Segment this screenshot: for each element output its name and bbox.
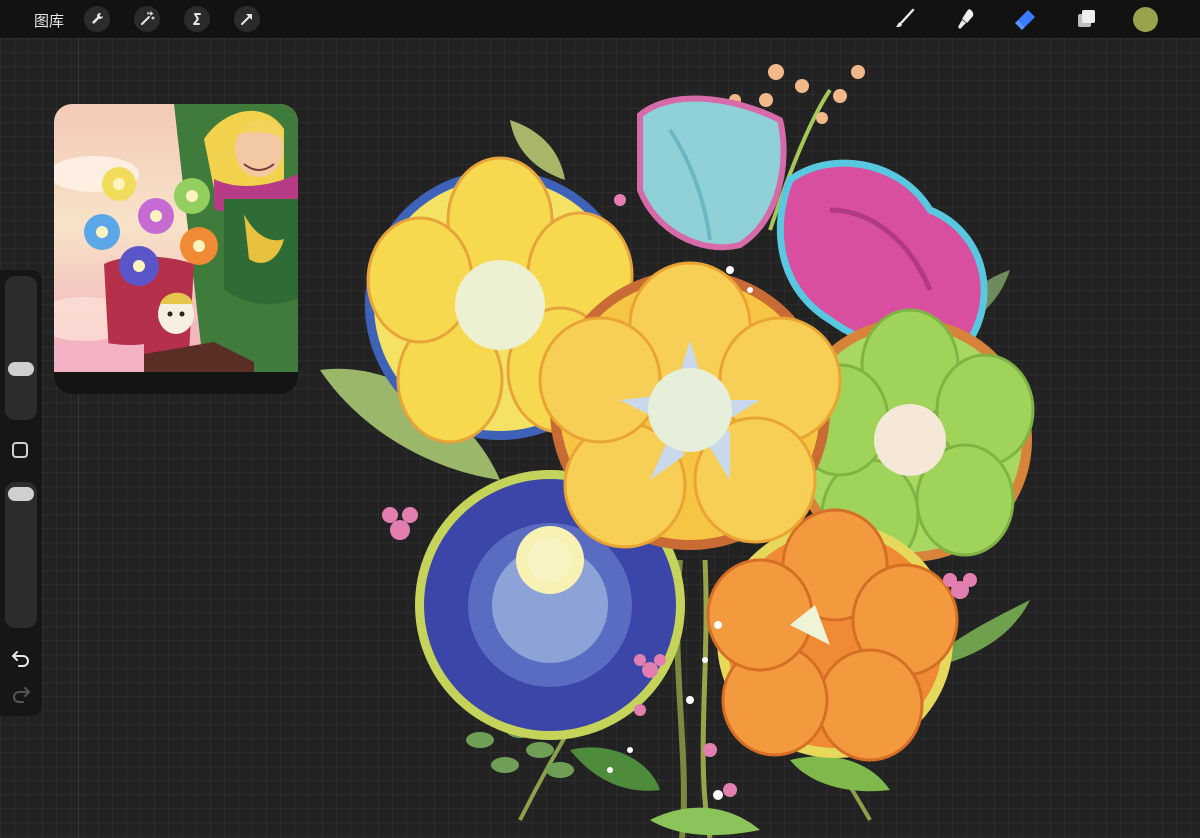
left-sidebar [0, 270, 42, 716]
magic-wand-icon[interactable] [134, 6, 160, 32]
opacity-slider[interactable] [5, 482, 37, 628]
opacity-thumb[interactable] [8, 487, 34, 501]
brush-icon[interactable] [892, 6, 918, 32]
undo-icon[interactable] [10, 648, 32, 668]
wrench-icon[interactable] [84, 6, 110, 32]
eraser-icon[interactable] [1012, 6, 1038, 32]
brush-size-slider[interactable] [5, 276, 37, 420]
top-toolbar: 图库 [0, 0, 1200, 38]
transform-arrow-icon[interactable] [234, 6, 260, 32]
brush-size-thumb[interactable] [8, 362, 34, 376]
reference-image[interactable] [54, 104, 298, 394]
redo-icon[interactable] [10, 684, 32, 704]
selection-icon[interactable] [184, 6, 210, 32]
flower-bouquet-illustration [320, 64, 1035, 838]
modify-button[interactable] [12, 442, 28, 458]
color-swatch[interactable] [1133, 7, 1158, 32]
smudge-icon[interactable] [952, 6, 978, 32]
layers-icon[interactable] [1073, 6, 1099, 32]
gallery-button[interactable]: 图库 [34, 10, 64, 31]
